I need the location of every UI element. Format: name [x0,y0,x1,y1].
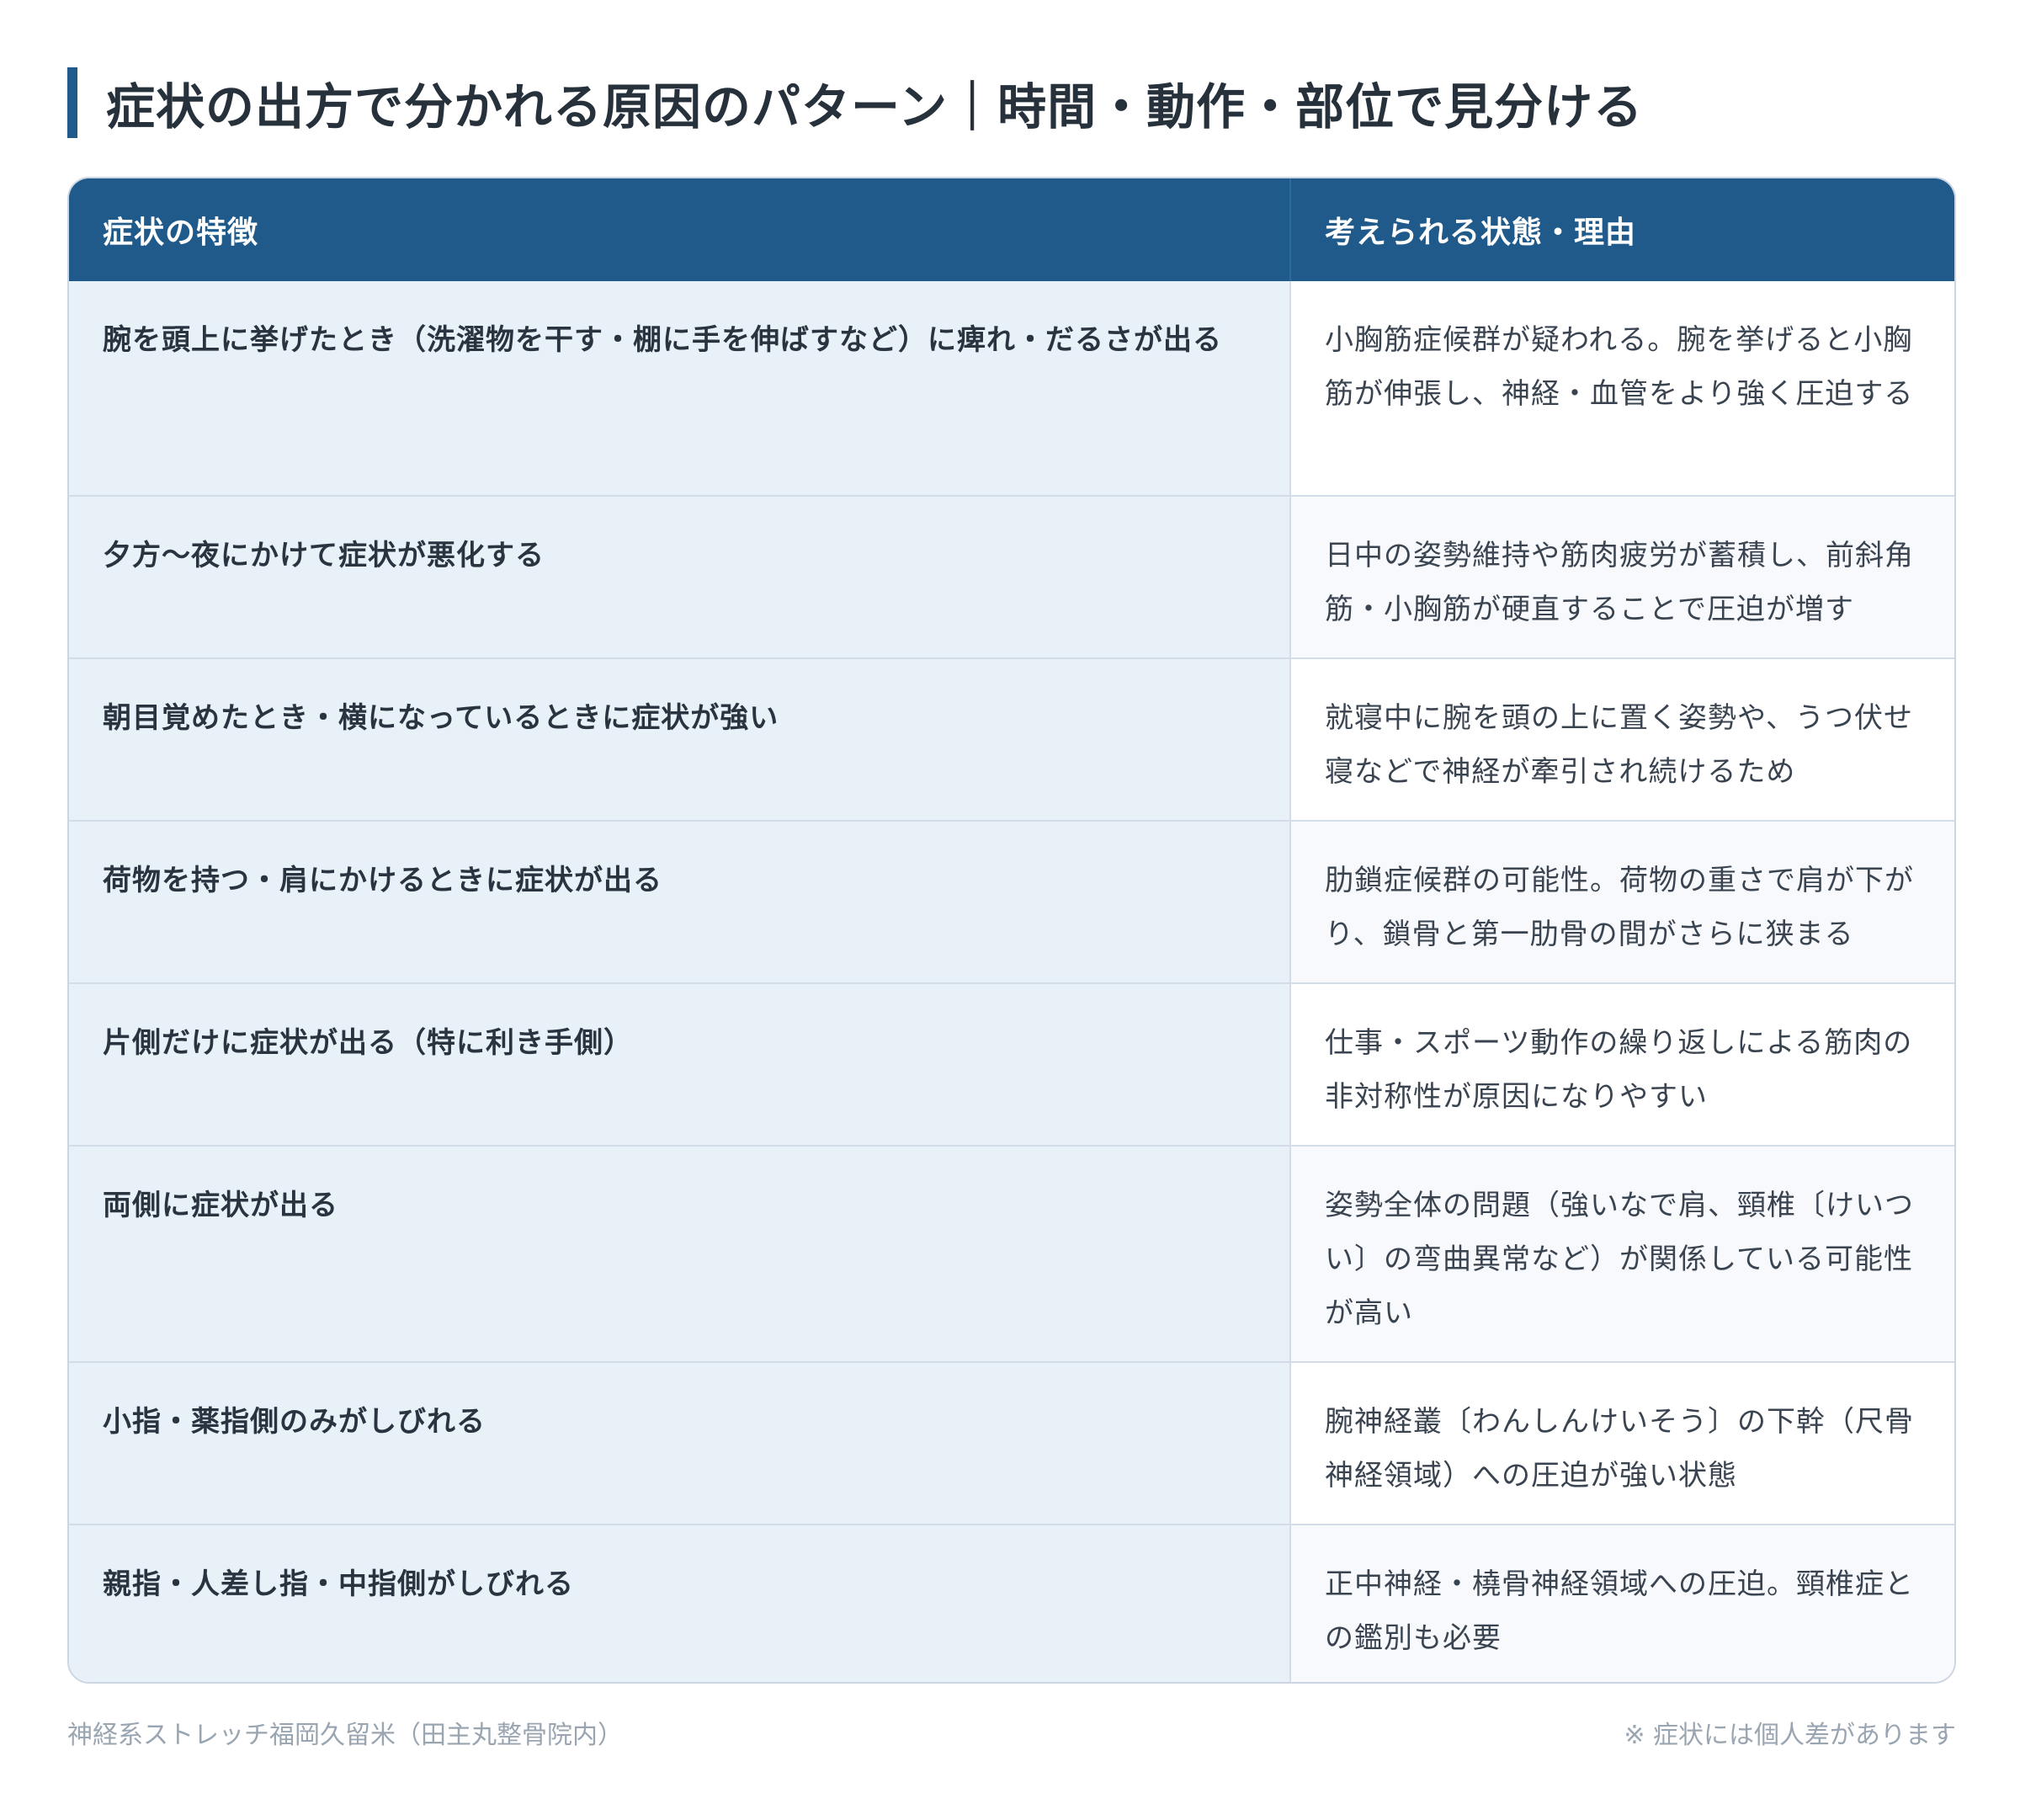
footer-note: ※ 症状には個人差があります [1624,1721,1956,1750]
table-header-row: 症状の特徴 考えられる状態・理由 [69,178,1954,281]
symptom-cell: 片側だけに症状が出る（特に利き手側） [69,984,1291,1145]
reason-cell: 肋鎖症候群の可能性。荷物の重さで肩が下がり、鎖骨と第一肋骨の間がさらに狭まる [1291,822,1954,982]
symptom-cell: 親指・人差し指・中指側がしびれる [69,1525,1291,1682]
reason-cell: 日中の姿勢維持や筋肉疲労が蓄積し、前斜角筋・小胸筋が硬直することで圧迫が増す [1291,497,1954,657]
symptom-cell: 小指・薬指側のみがしびれる [69,1363,1291,1524]
table-row: 腕を頭上に挙げたとき（洗濯物を干す・棚に手を伸ばすなど）に痺れ・だるさが出る 小… [69,281,1954,497]
table-row: 片側だけに症状が出る（特に利き手側） 仕事・スポーツ動作の繰り返しによる筋肉の非… [69,984,1954,1147]
table-row: 朝目覚めたとき・横になっているときに症状が強い 就寝中に腕を頭の上に置く姿勢や、… [69,659,1954,822]
table-row: 両側に症状が出る 姿勢全体の問題（強いなで肩、頸椎〔けいつい〕の弯曲異常など）が… [69,1147,1954,1363]
reason-cell: 就寝中に腕を頭の上に置く姿勢や、うつ伏せ寝などで神経が牽引され続けるため [1291,659,1954,820]
page-title: 症状の出方で分かれる原因のパターン｜時間・動作・部位で見分ける [106,78,1644,136]
symptom-cell: 両側に症状が出る [69,1147,1291,1361]
title-accent-bar [67,67,77,138]
symptom-cell: 荷物を持つ・肩にかけるときに症状が出る [69,822,1291,982]
table-row: 夕方〜夜にかけて症状が悪化する 日中の姿勢維持や筋肉疲労が蓄積し、前斜角筋・小胸… [69,497,1954,659]
reason-cell: 仕事・スポーツ動作の繰り返しによる筋肉の非対称性が原因になりやすい [1291,984,1954,1145]
reason-cell: 正中神経・橈骨神経領域への圧迫。頸椎症との鑑別も必要 [1291,1525,1954,1682]
reason-cell: 小胸筋症候群が疑われる。腕を挙げると小胸筋が伸張し、神経・血管をより強く圧迫する [1291,281,1954,495]
symptom-cell: 夕方〜夜にかけて症状が悪化する [69,497,1291,657]
symptom-table: 症状の特徴 考えられる状態・理由 腕を頭上に挙げたとき（洗濯物を干す・棚に手を伸… [67,177,1956,1684]
reason-cell: 腕神経叢〔わんしんけいそう〕の下幹（尺骨神経領域）への圧迫が強い状態 [1291,1363,1954,1524]
reason-cell: 姿勢全体の問題（強いなで肩、頸椎〔けいつい〕の弯曲異常など）が関係している可能性… [1291,1147,1954,1361]
table-row: 小指・薬指側のみがしびれる 腕神経叢〔わんしんけいそう〕の下幹（尺骨神経領域）へ… [69,1363,1954,1525]
header-reason: 考えられる状態・理由 [1291,178,1954,281]
symptom-cell: 朝目覚めたとき・横になっているときに症状が強い [69,659,1291,820]
footer-source: 神経系ストレッチ福岡久留米（田主丸整骨院内） [67,1721,623,1750]
table-row: 親指・人差し指・中指側がしびれる 正中神経・橈骨神経領域への圧迫。頸椎症との鑑別… [69,1525,1954,1682]
header-symptom: 症状の特徴 [69,178,1291,281]
title-block: 症状の出方で分かれる原因のパターン｜時間・動作・部位で見分ける [67,66,1643,140]
symptom-cell: 腕を頭上に挙げたとき（洗濯物を干す・棚に手を伸ばすなど）に痺れ・だるさが出る [69,281,1291,495]
table-row: 荷物を持つ・肩にかけるときに症状が出る 肋鎖症候群の可能性。荷物の重さで肩が下が… [69,822,1954,984]
